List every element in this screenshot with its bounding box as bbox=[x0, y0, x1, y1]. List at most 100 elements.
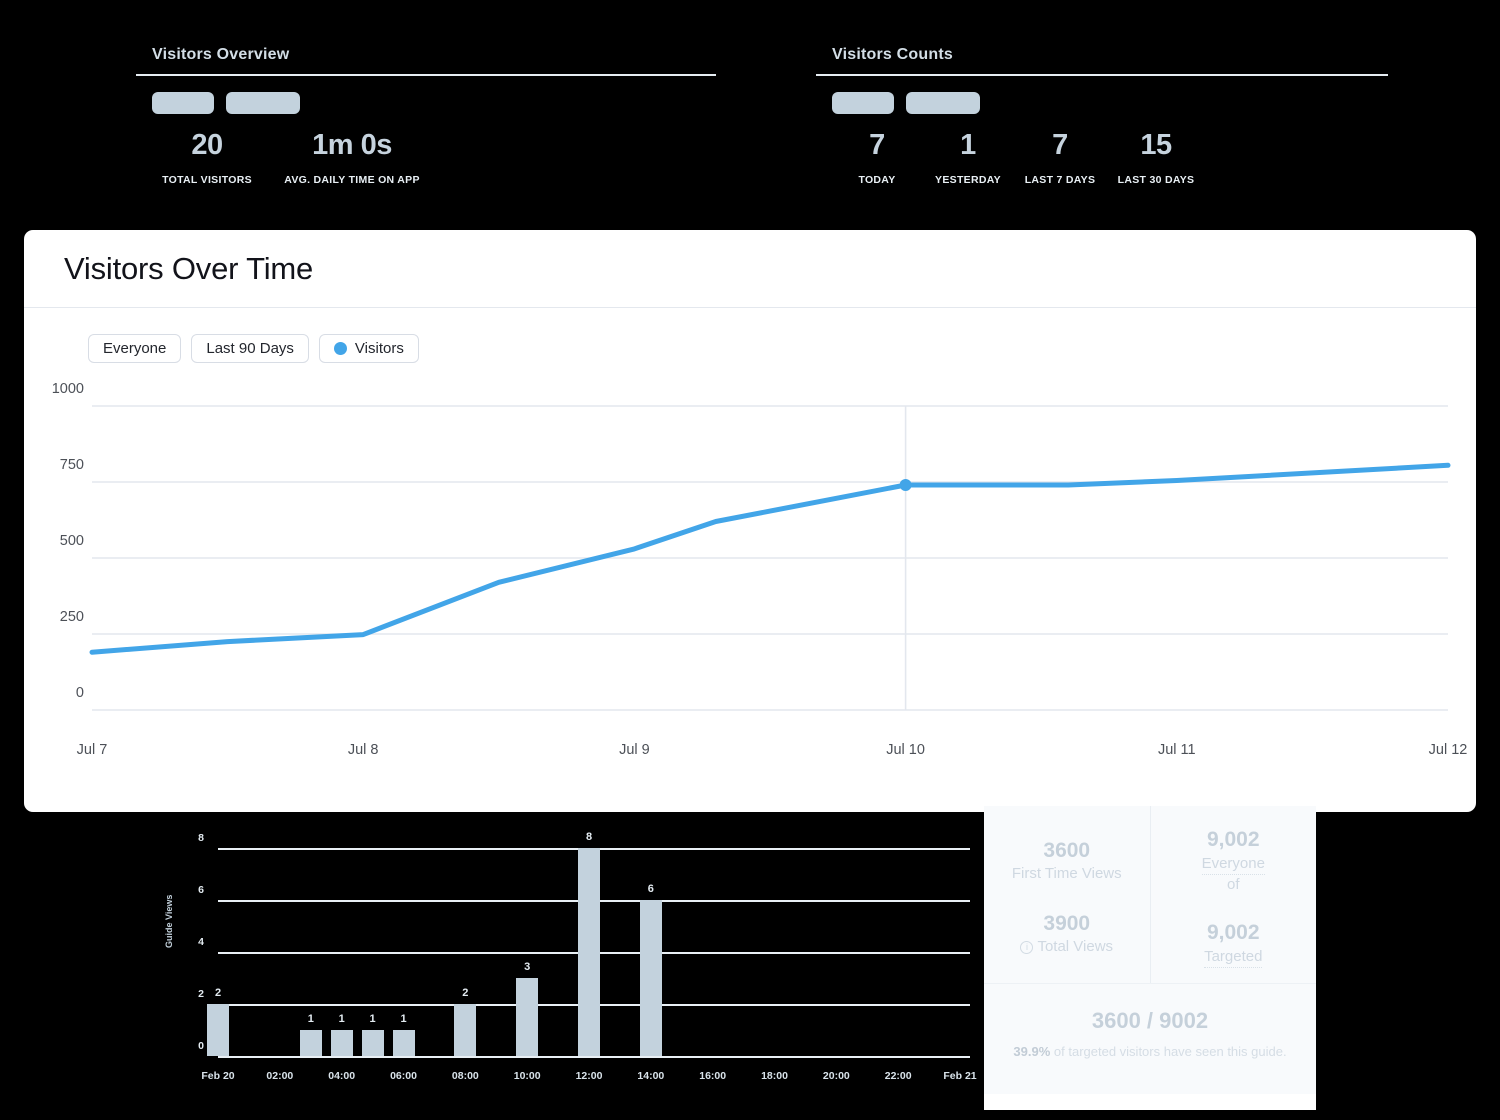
stat-label[interactable]: Everyone bbox=[1201, 854, 1265, 875]
bar-chart-y-tick-label: 8 bbox=[198, 832, 204, 844]
metric-avg-daily-time: 1m 0s AVG. DAILY TIME ON APP bbox=[262, 129, 442, 186]
bar[interactable] bbox=[207, 1004, 229, 1056]
visitors-line-chart: 0 250 500 750 1000 Jul 7 Jul 8 Jul 9 Jul 10 Jul 1… bbox=[24, 370, 1476, 800]
bar-chart-x-tick-label: 10:00 bbox=[513, 1070, 541, 1082]
filter-date-range[interactable]: Last 90 Days bbox=[191, 334, 309, 363]
visitors-overview-divider bbox=[136, 74, 716, 76]
bar[interactable] bbox=[454, 1004, 477, 1056]
bar[interactable] bbox=[299, 1030, 322, 1056]
bar-chart-x-tick-label: 04:00 bbox=[328, 1070, 356, 1082]
y-axis-tick-label: 1000 bbox=[51, 381, 84, 397]
metric-label: YESTERDAY bbox=[935, 173, 1001, 186]
bar-chart-x-tick-label: 16:00 bbox=[699, 1070, 727, 1082]
stats-grid: 3600 First Time Views 3900 i Total Views … bbox=[984, 806, 1316, 984]
metric-value: 7 bbox=[869, 129, 885, 161]
filter-label: Visitors bbox=[354, 340, 404, 357]
bar-chart-x-tick-label: 12:00 bbox=[575, 1070, 603, 1082]
metric-last-30-days: 15 LAST 30 DAYS bbox=[1106, 129, 1206, 186]
stat-label: Total Views bbox=[1037, 937, 1114, 955]
metric-last-7-days: 7 LAST 7 DAYS bbox=[1014, 129, 1106, 186]
metric-value: 20 bbox=[191, 129, 223, 161]
page-root: Visitors Overview 20 TOTAL VISITORS 1m 0… bbox=[0, 0, 1500, 1120]
guide-stats-panel: 3600 First Time Views 3900 i Total Views … bbox=[984, 806, 1316, 1110]
stat-first-time-views: 3600 First Time Views bbox=[1012, 838, 1122, 885]
skeleton-pill bbox=[906, 92, 980, 114]
bar-chart-y-tick-label: 4 bbox=[198, 936, 204, 948]
seen-caption-rest: of targeted visitors have seen this guid… bbox=[1050, 1044, 1287, 1059]
x-axis-tick-label: Jul 11 bbox=[1157, 742, 1196, 758]
bar-chart-y-tick-label: 2 bbox=[198, 988, 204, 1000]
bar-chart-y-axis-title: Guide Views bbox=[164, 894, 174, 948]
bar[interactable] bbox=[578, 848, 600, 1056]
series-color-dot-icon bbox=[333, 342, 347, 355]
bar-chart-x-tick-label: 18:00 bbox=[761, 1070, 788, 1082]
x-axis-tick-label: Jul 7 bbox=[76, 742, 108, 758]
bar-chart-x-tick-label: 20:00 bbox=[822, 1070, 850, 1082]
visitors-counts-skeletons bbox=[816, 92, 1388, 114]
visitors-counts-title: Visitors Counts bbox=[832, 46, 953, 63]
bar-value-label: 1 bbox=[338, 1013, 345, 1025]
stat-targeted: 9,002 Targeted bbox=[1204, 920, 1263, 968]
bar-value-label: 3 bbox=[524, 961, 531, 973]
bar-chart-y-tick-label: 0 bbox=[198, 1040, 204, 1052]
y-axis-tick-label: 0 bbox=[75, 685, 84, 701]
skeleton-pill bbox=[226, 92, 300, 114]
x-axis-tick-label: Jul 8 bbox=[347, 742, 379, 758]
bar-chart-x-tick-label: Feb 20 bbox=[201, 1070, 235, 1082]
visitors-counts-panel: Visitors Counts 7 TODAY 1 YESTERDAY 7 LA… bbox=[816, 46, 1388, 186]
stats-views-column: 3600 First Time Views 3900 i Total Views bbox=[984, 806, 1151, 983]
bar[interactable] bbox=[361, 1030, 384, 1056]
visitors-overview-title: Visitors Overview bbox=[152, 46, 290, 63]
bar-value-label: 8 bbox=[585, 831, 593, 843]
bar-value-label: 1 bbox=[307, 1013, 314, 1025]
bar-value-label: 1 bbox=[400, 1013, 407, 1025]
y-axis-tick-label: 500 bbox=[59, 533, 84, 549]
visitors-counts-metrics: 7 TODAY 1 YESTERDAY 7 LAST 7 DAYS 15 LAS… bbox=[816, 129, 1388, 186]
visitors-counts-divider bbox=[816, 74, 1388, 76]
stat-value: 3900 bbox=[1043, 911, 1091, 935]
info-icon[interactable]: i bbox=[1020, 940, 1034, 954]
visitors-over-time-card: Visitors Over Time Everyone Last 90 Days… bbox=[24, 230, 1476, 812]
stat-value: 9,002 bbox=[1206, 828, 1260, 852]
bar-value-label: 6 bbox=[647, 883, 654, 895]
stat-of-connector: of bbox=[1226, 875, 1240, 893]
bar[interactable] bbox=[392, 1030, 415, 1056]
seen-ratio: 3600 / 9002 bbox=[1091, 1008, 1209, 1033]
stat-label: First Time Views bbox=[1011, 865, 1122, 883]
visitors-overview-skeletons bbox=[136, 92, 716, 114]
filter-label: Last 90 Days bbox=[206, 340, 294, 357]
bar-chart-gridline bbox=[218, 1056, 970, 1058]
metric-value: 15 bbox=[1140, 129, 1172, 161]
bar-chart-x-tick-label: 22:00 bbox=[884, 1070, 912, 1082]
bar[interactable] bbox=[516, 978, 539, 1056]
chart-filter-bar: Everyone Last 90 Days Visitors bbox=[24, 308, 1476, 363]
bar-chart-x-tick-label: 14:00 bbox=[637, 1070, 665, 1082]
seen-caption: 39.9% of targeted visitors have seen thi… bbox=[1013, 1044, 1286, 1059]
filter-segment-everyone[interactable]: Everyone bbox=[88, 334, 182, 363]
stat-label[interactable]: Targeted bbox=[1204, 947, 1263, 968]
metric-value: 7 bbox=[1052, 129, 1068, 161]
bar-chart-x-tick-label: Feb 21 bbox=[943, 1070, 977, 1082]
bar-chart-x-tick-label: 06:00 bbox=[390, 1070, 417, 1082]
guide-views-bar-chart: Guide Views 0 2 4 6 8 2 1 1 1 1 2 3 8 6 Feb 20 02:00 04:… bbox=[164, 818, 977, 1118]
stats-footer: 3600 / 9002 39.9% of targeted visitors h… bbox=[984, 984, 1316, 1094]
bar-value-label: 2 bbox=[214, 987, 222, 999]
stat-everyone: 9,002 Everyone of bbox=[1201, 827, 1265, 894]
metric-label: TODAY bbox=[858, 173, 896, 186]
metric-yesterday: 1 YESTERDAY bbox=[922, 129, 1014, 186]
metric-today: 7 TODAY bbox=[832, 129, 922, 186]
filter-series-visitors[interactable]: Visitors bbox=[318, 334, 419, 363]
metric-label: LAST 7 DAYS bbox=[1024, 173, 1096, 186]
card-header: Visitors Over Time bbox=[24, 230, 1476, 308]
stats-audience-column: 9,002 Everyone of 9,002 Targeted bbox=[1151, 806, 1317, 983]
x-axis-tick-label: Jul 12 bbox=[1428, 742, 1468, 758]
metric-label: LAST 30 DAYS bbox=[1117, 173, 1195, 186]
page-title: Visitors Over Time bbox=[64, 250, 314, 286]
seen-percent: 39.9% bbox=[1013, 1044, 1051, 1059]
data-point-marker[interactable] bbox=[899, 479, 912, 492]
metric-value: 1 bbox=[960, 129, 976, 161]
bar[interactable] bbox=[330, 1030, 353, 1056]
bar[interactable] bbox=[639, 900, 662, 1056]
skeleton-pill bbox=[152, 92, 214, 114]
metric-value: 1m 0s bbox=[312, 129, 392, 161]
